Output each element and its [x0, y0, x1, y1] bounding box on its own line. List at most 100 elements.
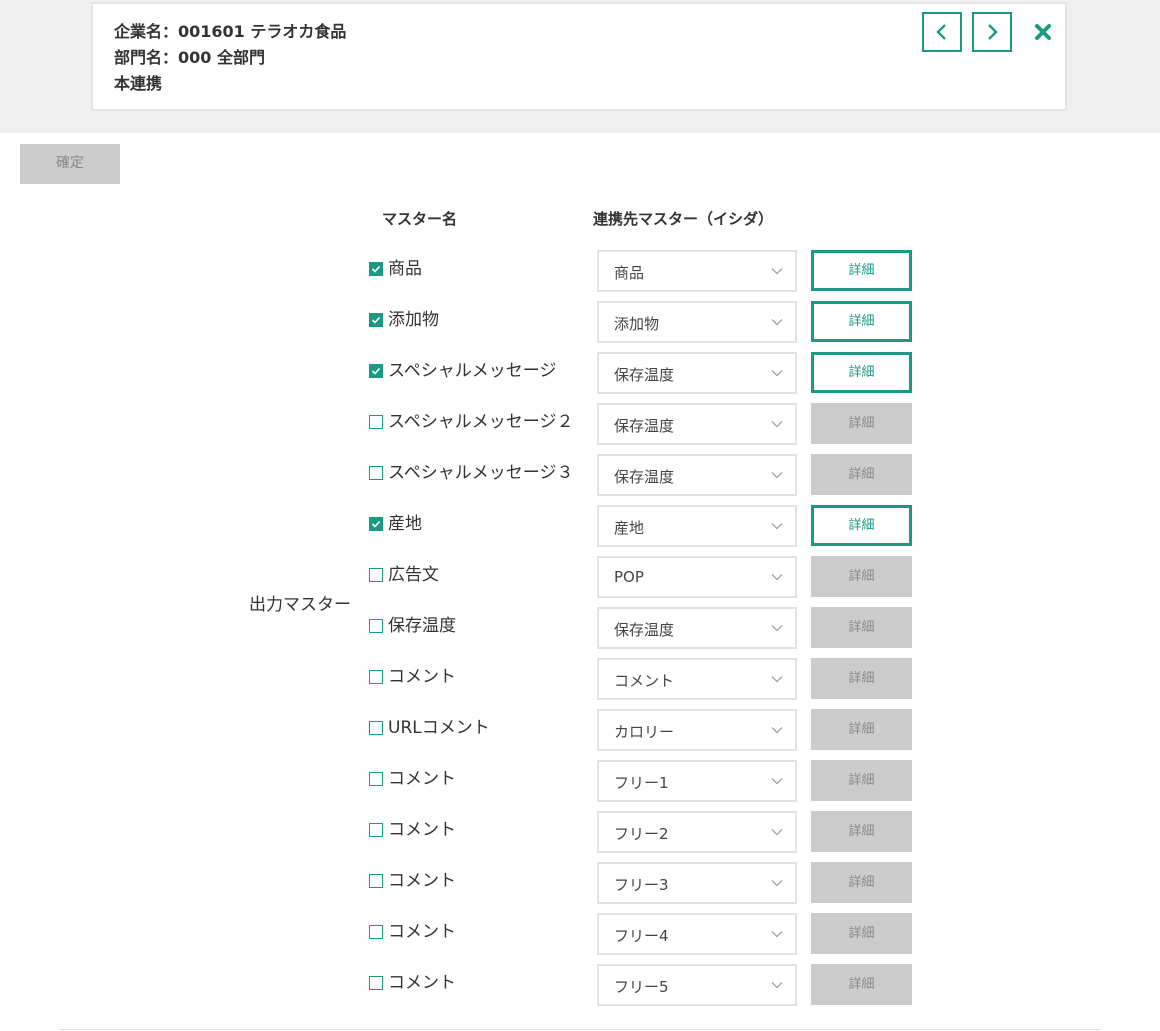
target-master-value: 添加物	[614, 315, 660, 333]
target-master-select[interactable]: フリー1	[597, 760, 797, 802]
target-master-select[interactable]: フリー2	[597, 811, 797, 853]
chevron-down-icon	[771, 676, 783, 683]
chevron-down-icon	[771, 523, 783, 530]
target-master-select[interactable]: POP	[597, 556, 797, 598]
master-row: コメント コメント 詳細	[0, 653, 1160, 704]
master-checkbox[interactable]	[369, 772, 383, 786]
master-name-label: URLコメント	[388, 718, 490, 738]
close-icon	[1035, 24, 1051, 40]
department-name: 部門名：000 全部門	[114, 48, 265, 67]
chevron-down-icon	[771, 931, 783, 938]
chevron-down-icon	[771, 472, 783, 479]
target-master-value: 商品	[614, 264, 645, 282]
detail-button[interactable]: 詳細	[811, 301, 912, 342]
master-name-label: 保存温度	[388, 616, 456, 636]
target-master-select[interactable]: コメント	[597, 658, 797, 700]
master-row: URLコメント カロリー 詳細	[0, 704, 1160, 755]
master-checkbox[interactable]	[369, 823, 383, 837]
target-master-select[interactable]: カロリー	[597, 709, 797, 751]
master-checkbox[interactable]	[369, 619, 383, 633]
detail-button[interactable]: 詳細	[811, 250, 912, 291]
master-name-label: コメント	[388, 820, 456, 840]
column-header-master-name: マスター名	[382, 210, 458, 228]
chevron-left-icon	[936, 24, 946, 40]
prev-button[interactable]	[922, 12, 962, 52]
master-name-label: 添加物	[388, 310, 439, 330]
detail-button[interactable]: 詳細	[811, 505, 912, 546]
target-master-value: 産地	[614, 519, 645, 537]
target-master-select[interactable]: 産地	[597, 505, 797, 547]
detail-button[interactable]: 詳細	[811, 964, 912, 1005]
chevron-down-icon	[771, 268, 783, 275]
target-master-select[interactable]: 保存温度	[597, 352, 797, 394]
master-checkbox[interactable]	[369, 874, 383, 888]
target-master-select[interactable]: フリー4	[597, 913, 797, 955]
target-master-value: POP	[614, 568, 644, 586]
detail-button[interactable]: 詳細	[811, 760, 912, 801]
target-master-select[interactable]: 保存温度	[597, 403, 797, 445]
detail-button[interactable]: 詳細	[811, 352, 912, 393]
master-checkbox[interactable]	[369, 313, 383, 327]
master-checkbox[interactable]	[369, 262, 383, 276]
target-master-value: 保存温度	[614, 468, 675, 486]
detail-button[interactable]: 詳細	[811, 403, 912, 444]
master-row: 商品 商品 詳細	[0, 245, 1160, 296]
sync-mode-label: 本連携	[114, 74, 163, 93]
chevron-down-icon	[771, 574, 783, 581]
chevron-right-icon	[988, 24, 998, 40]
next-button[interactable]	[972, 12, 1012, 52]
detail-button[interactable]: 詳細	[811, 658, 912, 699]
target-master-select[interactable]: 商品	[597, 250, 797, 292]
target-master-value: フリー3	[614, 876, 669, 894]
master-row: スペシャルメッセージ２ 保存温度 詳細	[0, 398, 1160, 449]
target-master-value: フリー2	[614, 825, 669, 843]
header-band: 企業名：001601 テラオカ食品 部門名：000 全部門 本連携	[0, 0, 1160, 133]
chevron-down-icon	[771, 727, 783, 734]
target-master-value: 保存温度	[614, 417, 675, 435]
target-master-select[interactable]: フリー5	[597, 964, 797, 1006]
chevron-down-icon	[771, 625, 783, 632]
close-button[interactable]	[1031, 20, 1055, 44]
target-master-select[interactable]: 保存温度	[597, 607, 797, 649]
master-name-label: スペシャルメッセージ３	[388, 463, 574, 483]
master-row: 広告文 POP 詳細	[0, 551, 1160, 602]
master-row: コメント フリー1 詳細	[0, 755, 1160, 806]
master-name-label: コメント	[388, 973, 456, 993]
master-name-label: コメント	[388, 667, 456, 687]
chevron-down-icon	[771, 319, 783, 326]
master-checkbox[interactable]	[369, 364, 383, 378]
chevron-down-icon	[771, 421, 783, 428]
master-row: スペシャルメッセージ３ 保存温度 詳細	[0, 449, 1160, 500]
master-checkbox[interactable]	[369, 976, 383, 990]
detail-button[interactable]: 詳細	[811, 607, 912, 648]
master-name-label: 産地	[388, 514, 422, 534]
master-checkbox[interactable]	[369, 721, 383, 735]
check-icon	[371, 316, 381, 324]
chevron-down-icon	[771, 778, 783, 785]
master-checkbox[interactable]	[369, 466, 383, 480]
master-row: コメント フリー4 詳細	[0, 908, 1160, 959]
target-master-value: コメント	[614, 672, 675, 690]
detail-button[interactable]: 詳細	[811, 454, 912, 495]
master-checkbox[interactable]	[369, 670, 383, 684]
divider	[60, 1029, 1100, 1030]
target-master-select[interactable]: フリー3	[597, 862, 797, 904]
master-checkbox[interactable]	[369, 517, 383, 531]
master-checkbox[interactable]	[369, 925, 383, 939]
chevron-down-icon	[771, 982, 783, 989]
detail-button[interactable]: 詳細	[811, 913, 912, 954]
master-name-label: スペシャルメッセージ２	[388, 412, 574, 432]
detail-button[interactable]: 詳細	[811, 862, 912, 903]
master-name-label: スペシャルメッセージ	[388, 361, 557, 381]
master-checkbox[interactable]	[369, 415, 383, 429]
target-master-select[interactable]: 保存温度	[597, 454, 797, 496]
master-checkbox[interactable]	[369, 568, 383, 582]
target-master-select[interactable]: 添加物	[597, 301, 797, 343]
detail-button[interactable]: 詳細	[811, 709, 912, 750]
detail-button[interactable]: 詳細	[811, 811, 912, 852]
target-master-value: 保存温度	[614, 621, 675, 639]
check-icon	[371, 367, 381, 375]
detail-button[interactable]: 詳細	[811, 556, 912, 597]
chevron-down-icon	[771, 829, 783, 836]
confirm-button[interactable]: 確定	[20, 144, 120, 184]
